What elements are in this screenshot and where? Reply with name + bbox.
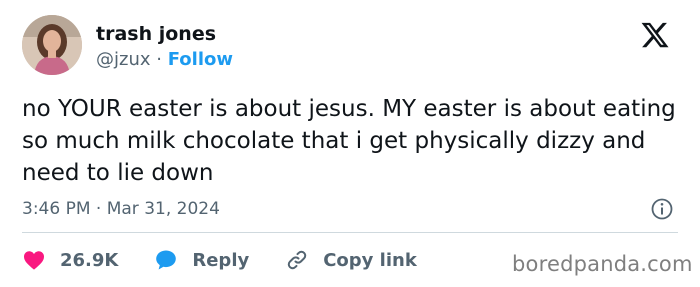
divider — [22, 232, 678, 233]
action-bar: 26.9K Reply Copy link — [22, 247, 453, 273]
like-count: 26.9K — [60, 249, 119, 271]
speech-bubble-icon — [156, 250, 177, 270]
x-logo-icon[interactable] — [640, 20, 670, 50]
info-icon[interactable] — [650, 197, 674, 221]
watermark: boredpanda.com — [512, 252, 693, 276]
handle-row: @jzux · Follow — [96, 48, 233, 72]
copy-link-button[interactable]: Copy link — [285, 247, 417, 273]
heart-icon — [24, 251, 44, 270]
handle[interactable]: @jzux — [96, 49, 151, 70]
reply-label: Reply — [192, 249, 250, 271]
author-info: trash jones @jzux · Follow — [96, 22, 233, 72]
follow-button[interactable]: Follow — [168, 49, 233, 70]
meta-separator: · — [95, 199, 102, 219]
tweet-date[interactable]: Mar 31, 2024 — [107, 199, 220, 219]
tweet-meta: 3:46 PM · Mar 31, 2024 — [22, 199, 220, 219]
tweet-time[interactable]: 3:46 PM — [22, 199, 91, 219]
separator: · — [156, 49, 162, 70]
link-icon — [288, 250, 307, 270]
tweet-text: no YOUR easter is about jesus. MY easter… — [22, 96, 676, 186]
reply-button[interactable]: Reply — [154, 247, 249, 273]
avatar[interactable] — [22, 15, 82, 75]
like-button[interactable]: 26.9K — [22, 247, 118, 273]
display-name[interactable]: trash jones — [96, 22, 233, 46]
avatar-image — [22, 15, 82, 75]
tweet-card: trash jones @jzux · Follow no YOUR easte… — [0, 0, 700, 287]
copy-link-label: Copy link — [323, 249, 417, 271]
